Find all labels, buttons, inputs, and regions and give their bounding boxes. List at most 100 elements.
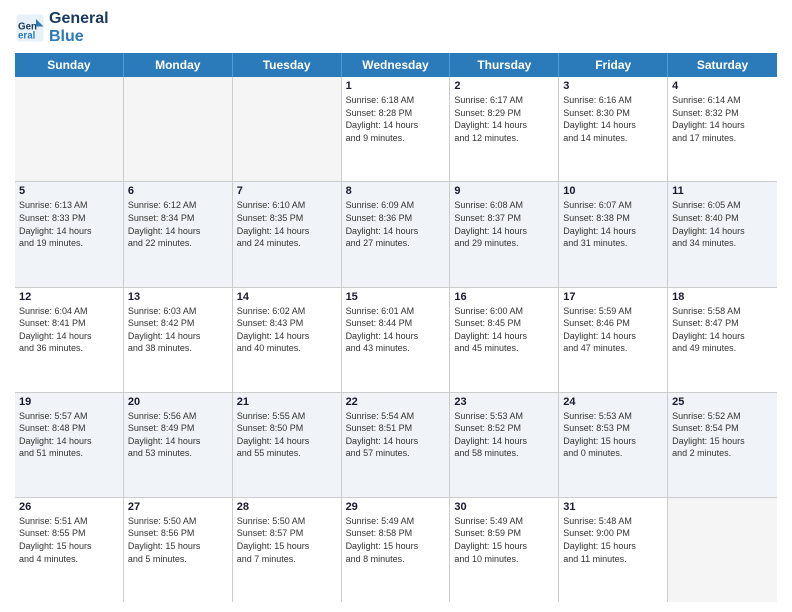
cell-info: Sunrise: 6:04 AM Sunset: 8:41 PM Dayligh… [19, 305, 119, 355]
day-number: 4 [672, 80, 773, 92]
calendar-cell-4-6 [668, 498, 777, 602]
day-number: 27 [128, 501, 228, 513]
cell-info: Sunrise: 6:03 AM Sunset: 8:42 PM Dayligh… [128, 305, 228, 355]
cell-info: Sunrise: 5:59 AM Sunset: 8:46 PM Dayligh… [563, 305, 663, 355]
cell-info: Sunrise: 6:16 AM Sunset: 8:30 PM Dayligh… [563, 94, 663, 144]
calendar-cell-2-6: 18 Sunrise: 5:58 AM Sunset: 8:47 PM Dayli… [668, 288, 777, 392]
calendar-cell-0-2 [233, 77, 342, 181]
logo: Gen eral GeneralBlue [15, 10, 109, 45]
calendar-cell-3-6: 25 Sunrise: 5:52 AM Sunset: 8:54 PM Dayli… [668, 393, 777, 497]
weekday-header-tuesday: Tuesday [233, 53, 342, 77]
weekday-header-thursday: Thursday [450, 53, 559, 77]
cell-info: Sunrise: 5:53 AM Sunset: 8:52 PM Dayligh… [454, 410, 554, 460]
calendar-row-0: 1 Sunrise: 6:18 AM Sunset: 8:28 PM Daylig… [15, 77, 777, 182]
cell-info: Sunrise: 5:53 AM Sunset: 8:53 PM Dayligh… [563, 410, 663, 460]
calendar-cell-0-0 [15, 77, 124, 181]
cell-info: Sunrise: 6:02 AM Sunset: 8:43 PM Dayligh… [237, 305, 337, 355]
cell-info: Sunrise: 6:12 AM Sunset: 8:34 PM Dayligh… [128, 199, 228, 249]
day-number: 14 [237, 291, 337, 303]
day-number: 29 [346, 501, 446, 513]
calendar-row-1: 5 Sunrise: 6:13 AM Sunset: 8:33 PM Daylig… [15, 182, 777, 287]
day-number: 26 [19, 501, 119, 513]
cell-info: Sunrise: 5:58 AM Sunset: 8:47 PM Dayligh… [672, 305, 773, 355]
calendar-body: 1 Sunrise: 6:18 AM Sunset: 8:28 PM Daylig… [15, 77, 777, 602]
calendar-cell-0-5: 3 Sunrise: 6:16 AM Sunset: 8:30 PM Daylig… [559, 77, 668, 181]
cell-info: Sunrise: 6:00 AM Sunset: 8:45 PM Dayligh… [454, 305, 554, 355]
day-number: 21 [237, 396, 337, 408]
day-number: 25 [672, 396, 773, 408]
cell-info: Sunrise: 5:51 AM Sunset: 8:55 PM Dayligh… [19, 515, 119, 565]
day-number: 13 [128, 291, 228, 303]
cell-info: Sunrise: 5:50 AM Sunset: 8:56 PM Dayligh… [128, 515, 228, 565]
calendar-cell-2-0: 12 Sunrise: 6:04 AM Sunset: 8:41 PM Dayli… [15, 288, 124, 392]
cell-info: Sunrise: 6:18 AM Sunset: 8:28 PM Dayligh… [346, 94, 446, 144]
cell-info: Sunrise: 6:05 AM Sunset: 8:40 PM Dayligh… [672, 199, 773, 249]
cell-info: Sunrise: 6:08 AM Sunset: 8:37 PM Dayligh… [454, 199, 554, 249]
day-number: 12 [19, 291, 119, 303]
calendar-cell-4-1: 27 Sunrise: 5:50 AM Sunset: 8:56 PM Dayli… [124, 498, 233, 602]
calendar-cell-4-4: 30 Sunrise: 5:49 AM Sunset: 8:59 PM Dayli… [450, 498, 559, 602]
day-number: 2 [454, 80, 554, 92]
calendar-cell-1-3: 8Sunrise: 6:09 AM Sunset: 8:36 PM Daylig… [342, 182, 451, 286]
calendar-cell-0-1 [124, 77, 233, 181]
calendar-cell-4-0: 26 Sunrise: 5:51 AM Sunset: 8:55 PM Dayli… [15, 498, 124, 602]
calendar-cell-0-4: 2 Sunrise: 6:17 AM Sunset: 8:29 PM Daylig… [450, 77, 559, 181]
calendar-cell-3-0: 19 Sunrise: 5:57 AM Sunset: 8:48 PM Dayli… [15, 393, 124, 497]
calendar-cell-4-2: 28Sunrise: 5:50 AM Sunset: 8:57 PM Dayli… [233, 498, 342, 602]
weekday-header-wednesday: Wednesday [342, 53, 451, 77]
day-number: 24 [563, 396, 663, 408]
calendar-cell-4-5: 31 Sunrise: 5:48 AM Sunset: 9:00 PM Dayli… [559, 498, 668, 602]
calendar-cell-1-6: 11 Sunrise: 6:05 AM Sunset: 8:40 PM Dayli… [668, 182, 777, 286]
calendar-cell-2-1: 13 Sunrise: 6:03 AM Sunset: 8:42 PM Dayli… [124, 288, 233, 392]
day-number: 10 [563, 185, 663, 197]
day-number: 3 [563, 80, 663, 92]
svg-text:eral: eral [18, 30, 36, 41]
calendar-cell-2-2: 14 Sunrise: 6:02 AM Sunset: 8:43 PM Dayli… [233, 288, 342, 392]
day-number: 19 [19, 396, 119, 408]
calendar-cell-1-4: 9 Sunrise: 6:08 AM Sunset: 8:37 PM Daylig… [450, 182, 559, 286]
cell-info: Sunrise: 5:57 AM Sunset: 8:48 PM Dayligh… [19, 410, 119, 460]
cell-info: Sunrise: 6:17 AM Sunset: 8:29 PM Dayligh… [454, 94, 554, 144]
calendar-cell-3-4: 23 Sunrise: 5:53 AM Sunset: 8:52 PM Dayli… [450, 393, 559, 497]
day-number: 11 [672, 185, 773, 197]
calendar-cell-1-2: 7Sunrise: 6:10 AM Sunset: 8:35 PM Daylig… [233, 182, 342, 286]
day-number: 6 [128, 185, 228, 197]
calendar-cell-0-6: 4Sunrise: 6:14 AM Sunset: 8:32 PM Daylig… [668, 77, 777, 181]
day-number: 15 [346, 291, 446, 303]
calendar-cell-1-5: 10Sunrise: 6:07 AM Sunset: 8:38 PM Dayli… [559, 182, 668, 286]
cell-info: Sunrise: 5:52 AM Sunset: 8:54 PM Dayligh… [672, 410, 773, 460]
weekday-header-monday: Monday [124, 53, 233, 77]
cell-info: Sunrise: 5:50 AM Sunset: 8:57 PM Dayligh… [237, 515, 337, 565]
day-number: 9 [454, 185, 554, 197]
calendar-cell-2-5: 17Sunrise: 5:59 AM Sunset: 8:46 PM Dayli… [559, 288, 668, 392]
cell-info: Sunrise: 6:01 AM Sunset: 8:44 PM Dayligh… [346, 305, 446, 355]
day-number: 20 [128, 396, 228, 408]
cell-info: Sunrise: 5:54 AM Sunset: 8:51 PM Dayligh… [346, 410, 446, 460]
logo-icon: Gen eral [15, 13, 45, 43]
page: Gen eral GeneralBlue SundayMondayTuesday… [0, 0, 792, 612]
day-number: 1 [346, 80, 446, 92]
day-number: 23 [454, 396, 554, 408]
day-number: 30 [454, 501, 554, 513]
day-number: 7 [237, 185, 337, 197]
calendar-cell-3-3: 22Sunrise: 5:54 AM Sunset: 8:51 PM Dayli… [342, 393, 451, 497]
cell-info: Sunrise: 5:48 AM Sunset: 9:00 PM Dayligh… [563, 515, 663, 565]
day-number: 18 [672, 291, 773, 303]
cell-info: Sunrise: 5:49 AM Sunset: 8:59 PM Dayligh… [454, 515, 554, 565]
cell-info: Sunrise: 5:55 AM Sunset: 8:50 PM Dayligh… [237, 410, 337, 460]
weekday-header-saturday: Saturday [668, 53, 777, 77]
day-number: 31 [563, 501, 663, 513]
cell-info: Sunrise: 6:13 AM Sunset: 8:33 PM Dayligh… [19, 199, 119, 249]
weekday-header-sunday: Sunday [15, 53, 124, 77]
calendar-cell-2-3: 15 Sunrise: 6:01 AM Sunset: 8:44 PM Dayli… [342, 288, 451, 392]
calendar-row-2: 12 Sunrise: 6:04 AM Sunset: 8:41 PM Dayli… [15, 288, 777, 393]
calendar-cell-3-2: 21 Sunrise: 5:55 AM Sunset: 8:50 PM Dayli… [233, 393, 342, 497]
header: Gen eral GeneralBlue [15, 10, 777, 45]
calendar-cell-1-0: 5 Sunrise: 6:13 AM Sunset: 8:33 PM Daylig… [15, 182, 124, 286]
weekday-header-friday: Friday [559, 53, 668, 77]
logo-text: GeneralBlue [49, 10, 109, 45]
calendar-cell-2-4: 16Sunrise: 6:00 AM Sunset: 8:45 PM Dayli… [450, 288, 559, 392]
day-number: 5 [19, 185, 119, 197]
cell-info: Sunrise: 6:09 AM Sunset: 8:36 PM Dayligh… [346, 199, 446, 249]
calendar-cell-4-3: 29Sunrise: 5:49 AM Sunset: 8:58 PM Dayli… [342, 498, 451, 602]
